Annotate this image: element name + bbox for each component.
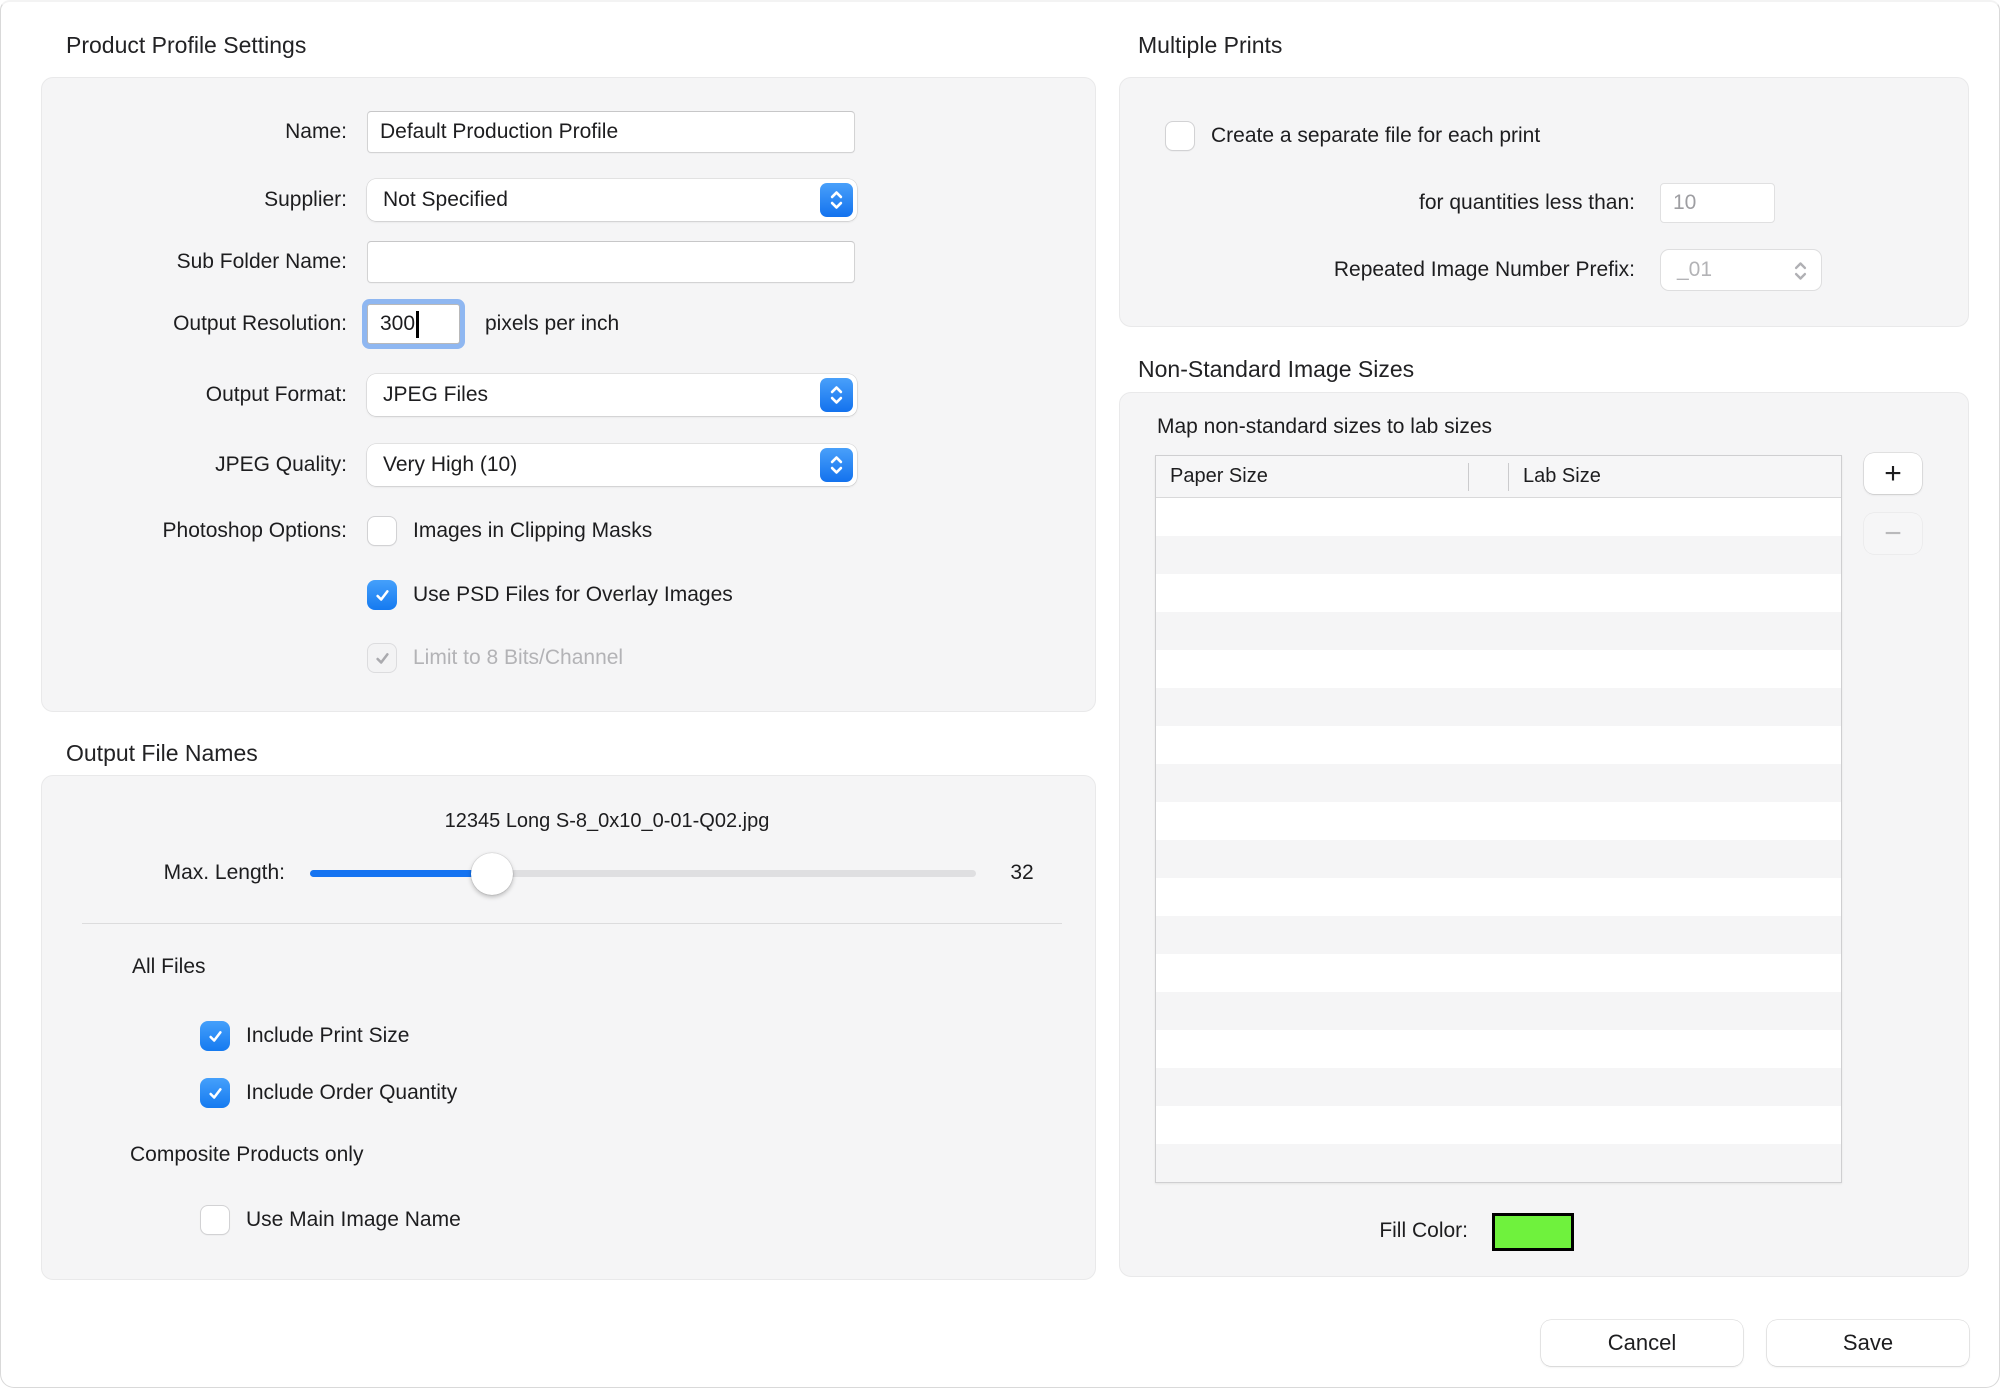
quantities-input: 10 <box>1660 183 1775 223</box>
checkbox-images-in-clipping-masks[interactable]: Images in Clipping Masks <box>367 516 652 546</box>
checkbox-box <box>200 1078 230 1108</box>
prefix-stepper-value: _01 <box>1677 258 1712 282</box>
minus-icon: − <box>1884 517 1902 551</box>
resolution-input-value: 300 <box>380 312 415 336</box>
format-label: Output Format: <box>42 383 347 407</box>
checkbox-use-psd-files[interactable]: Use PSD Files for Overlay Images <box>367 580 733 610</box>
sizes-table[interactable]: Paper Size Lab Size <box>1155 455 1842 1183</box>
max-length-label: Max. Length: <box>42 861 285 885</box>
checkbox-create-separate-file[interactable]: Create a separate file for each print <box>1165 121 1540 151</box>
chevron-up-down-icon <box>820 183 853 217</box>
dialog-window: Product Profile Settings Name: Default P… <box>0 0 2000 1388</box>
column-header-lab-size[interactable]: Lab Size <box>1509 465 1601 488</box>
checkbox-label: Limit to 8 Bits/Channel <box>413 646 623 670</box>
chevron-up-down-icon <box>820 448 853 482</box>
save-button-label: Save <box>1843 1330 1893 1356</box>
format-dropdown-value: JPEG Files <box>383 383 488 407</box>
profile-section-title: Product Profile Settings <box>66 32 306 59</box>
name-label: Name: <box>42 120 347 144</box>
checkbox-label: Use PSD Files for Overlay Images <box>413 583 733 607</box>
cancel-button-label: Cancel <box>1608 1330 1676 1356</box>
supplier-dropdown[interactable]: Not Specified <box>367 179 857 221</box>
checkbox-box <box>367 580 397 610</box>
max-length-value: 32 <box>987 861 1057 885</box>
filenames-panel: 12345 Long S-8_0x10_0-01-Q02.jpg Max. Le… <box>41 775 1096 1280</box>
checkbox-use-main-image-name[interactable]: Use Main Image Name <box>200 1205 461 1235</box>
checkbox-include-order-quantity[interactable]: Include Order Quantity <box>200 1078 457 1108</box>
all-files-label: All Files <box>132 955 206 979</box>
format-dropdown[interactable]: JPEG Files <box>367 374 857 416</box>
plus-icon: + <box>1884 457 1902 491</box>
checkbox-box <box>367 516 397 546</box>
supplier-dropdown-value: Not Specified <box>383 188 508 212</box>
quality-label: JPEG Quality: <box>42 453 347 477</box>
quality-dropdown[interactable]: Very High (10) <box>367 444 857 486</box>
column-header-paper-size[interactable]: Paper Size <box>1156 465 1468 488</box>
multiple-prints-section-title: Multiple Prints <box>1138 32 1282 59</box>
checkbox-box <box>200 1021 230 1051</box>
checkbox-label: Include Order Quantity <box>246 1081 457 1105</box>
resolution-suffix: pixels per inch <box>485 312 619 336</box>
add-size-button[interactable]: + <box>1864 453 1922 494</box>
slider-fill <box>310 870 492 877</box>
checkbox-include-print-size[interactable]: Include Print Size <box>200 1021 409 1051</box>
remove-size-button: − <box>1864 513 1922 554</box>
checkbox-label: Images in Clipping Masks <box>413 519 652 543</box>
checkbox-label: Include Print Size <box>246 1024 409 1048</box>
resolution-input[interactable]: 300 <box>367 304 460 344</box>
multiple-prints-panel: Create a separate file for each print fo… <box>1119 77 1969 327</box>
checkbox-box <box>367 643 397 673</box>
checkbox-label: Use Main Image Name <box>246 1208 461 1232</box>
checkbox-box <box>200 1205 230 1235</box>
nonstandard-panel: Map non-standard sizes to lab sizes Pape… <box>1119 392 1969 1277</box>
checkbox-box <box>1165 121 1195 151</box>
composite-products-label: Composite Products only <box>130 1143 363 1167</box>
prefix-stepper: _01 <box>1660 249 1822 291</box>
quantities-input-value: 10 <box>1673 191 1696 215</box>
supplier-label: Supplier: <box>42 188 347 212</box>
subfolder-label: Sub Folder Name: <box>42 250 347 274</box>
nonstandard-section-title: Non-Standard Image Sizes <box>1138 356 1414 383</box>
example-filename: 12345 Long S-8_0x10_0-01-Q02.jpg <box>282 810 932 833</box>
fill-color-swatch[interactable] <box>1492 1213 1574 1251</box>
sizes-table-header: Paper Size Lab Size <box>1156 456 1841 498</box>
save-button[interactable]: Save <box>1767 1320 1969 1366</box>
chevron-up-down-icon <box>820 378 853 412</box>
photoshop-options-label: Photoshop Options: <box>42 519 347 543</box>
map-sizes-subtitle: Map non-standard sizes to lab sizes <box>1157 415 1492 439</box>
filenames-section-title: Output File Names <box>66 740 258 767</box>
checkbox-label: Create a separate file for each print <box>1211 124 1540 148</box>
quality-dropdown-value: Very High (10) <box>383 453 517 477</box>
profile-panel: Name: Default Production Profile Supplie… <box>41 77 1096 712</box>
sizes-table-body[interactable] <box>1156 498 1841 1182</box>
column-separator[interactable] <box>1468 463 1469 491</box>
subfolder-input[interactable] <box>367 241 855 283</box>
cancel-button[interactable]: Cancel <box>1541 1320 1743 1366</box>
checkbox-limit-8-bits: Limit to 8 Bits/Channel <box>367 643 623 673</box>
divider <box>82 923 1062 924</box>
prefix-label: Repeated Image Number Prefix: <box>1120 258 1635 282</box>
name-input[interactable]: Default Production Profile <box>367 111 855 153</box>
text-caret <box>416 311 419 338</box>
chevron-up-down-icon <box>1784 254 1817 288</box>
quantities-label: for quantities less than: <box>1120 191 1635 215</box>
name-input-value: Default Production Profile <box>380 120 618 144</box>
resolution-label: Output Resolution: <box>42 312 347 336</box>
fill-color-label: Fill Color: <box>1268 1219 1468 1243</box>
slider-thumb[interactable] <box>471 853 513 895</box>
